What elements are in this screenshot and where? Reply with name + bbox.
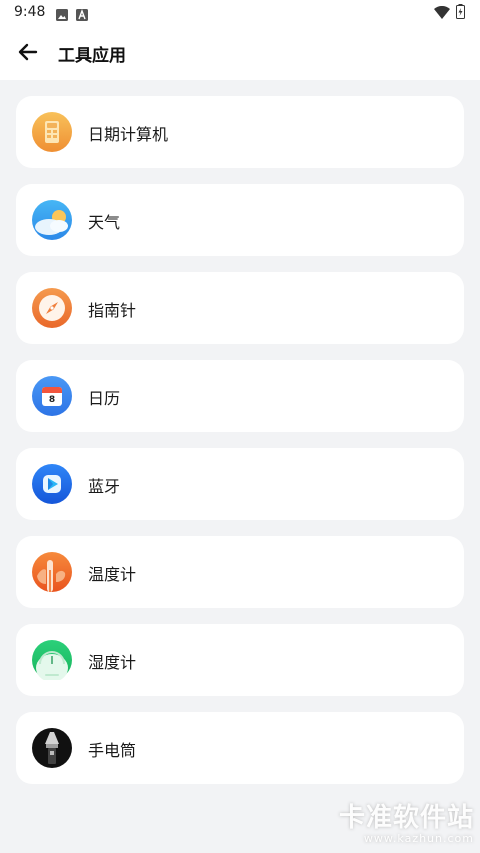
image-icon [56, 6, 68, 25]
tool-label: 日历 [88, 389, 121, 408]
date-calculator-icon [32, 112, 72, 152]
tool-list: 日期计算机 天气 指南针 8 日历 蓝牙 温度计 湿度计 手电筒 [16, 96, 464, 800]
battery-icon [456, 4, 465, 23]
tool-item-calendar[interactable]: 8 日历 [16, 360, 464, 432]
watermark: 卡准软件站 www.kazhun.com [339, 803, 474, 845]
calendar-day: 8 [48, 395, 56, 405]
tool-label: 湿度计 [88, 653, 137, 672]
app-bar: 工具应用 [0, 24, 480, 80]
tool-item-bluetooth[interactable]: 蓝牙 [16, 448, 464, 520]
tool-label: 天气 [88, 213, 121, 232]
tool-label: 温度计 [88, 565, 137, 584]
tool-item-date-calculator[interactable]: 日期计算机 [16, 96, 464, 168]
arrow-back-icon [18, 43, 38, 61]
tool-item-thermometer[interactable]: 温度计 [16, 536, 464, 608]
watermark-url: www.kazhun.com [363, 832, 474, 845]
tool-item-compass[interactable]: 指南针 [16, 272, 464, 344]
tool-item-hygrometer[interactable]: 湿度计 [16, 624, 464, 696]
compass-icon [32, 288, 72, 328]
tool-label: 日期计算机 [88, 125, 169, 144]
page-title: 工具应用 [58, 46, 126, 66]
status-bar: 9:48 [0, 0, 480, 24]
thermometer-icon [32, 552, 72, 592]
tool-item-flashlight[interactable]: 手电筒 [16, 712, 464, 784]
wifi-icon [434, 5, 450, 24]
bluetooth-icon [32, 464, 72, 504]
tool-label: 蓝牙 [88, 477, 121, 496]
weather-icon [32, 200, 72, 240]
tool-item-weather[interactable]: 天气 [16, 184, 464, 256]
flashlight-icon [32, 728, 72, 768]
tool-label: 指南针 [88, 301, 137, 320]
watermark-main: 卡准软件站 [338, 803, 474, 833]
tool-label: 手电筒 [88, 741, 137, 760]
status-time: 9:48 [14, 4, 46, 20]
back-button[interactable] [14, 38, 42, 66]
calendar-icon: 8 [32, 376, 72, 416]
a-icon [76, 6, 88, 25]
hygrometer-icon [32, 640, 72, 680]
